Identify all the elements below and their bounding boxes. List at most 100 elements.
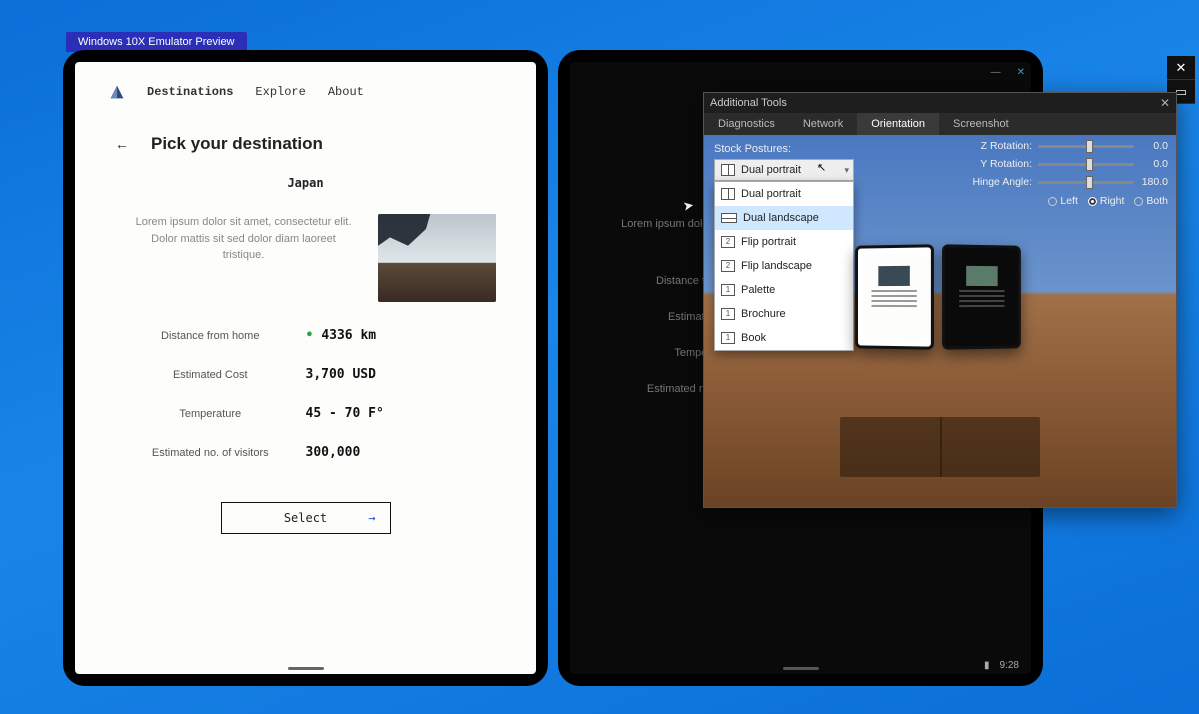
hinge-angle-label: Hinge Angle:	[968, 176, 1032, 188]
page-title: Pick your destination	[151, 134, 323, 154]
y-rotation-slider[interactable]	[1038, 157, 1134, 171]
book-icon: 1	[721, 332, 735, 344]
hinge-side-radios: Left Right Both	[968, 195, 1168, 207]
z-rotation-row: Z Rotation: 0.0	[968, 139, 1168, 153]
nav-explore[interactable]: Explore	[255, 85, 305, 99]
posture-select-value: Dual portrait	[741, 164, 801, 176]
home-indicator-dark[interactable]	[783, 667, 819, 670]
z-rotation-slider[interactable]	[1038, 139, 1134, 153]
select-button-label: Select	[284, 511, 327, 525]
tab-diagnostics[interactable]: Diagnostics	[704, 113, 789, 135]
posture-option-palette[interactable]: 1 Palette	[715, 278, 853, 302]
destination-body: Lorem ipsum dolor sit amet, consectetur …	[75, 190, 536, 302]
app-logo-icon	[109, 84, 125, 100]
dual-landscape-icon	[721, 213, 737, 223]
tab-network[interactable]: Network	[789, 113, 857, 135]
radio-both-label: Both	[1146, 195, 1168, 207]
posture-option-book[interactable]: 1 Book	[715, 326, 853, 350]
preview-content-right	[951, 254, 1012, 341]
destination-name: Japan	[75, 176, 536, 190]
tab-screenshot[interactable]: Screenshot	[939, 113, 1023, 135]
bullet-icon: •	[306, 328, 314, 343]
stat-distance: Distance from home •4336 km	[115, 312, 496, 351]
y-rotation-row: Y Rotation: 0.0	[968, 157, 1168, 171]
preview-device-right[interactable]	[942, 244, 1021, 349]
flip-portrait-icon: 2	[721, 236, 735, 248]
posture-dropdown: Dual portrait Dual landscape 2 Flip port…	[714, 181, 854, 351]
flip-landscape-icon: 2	[721, 260, 735, 272]
toolbox-close-button[interactable]: ✕	[1167, 56, 1195, 80]
stat-temperature-label: Temperature	[115, 408, 306, 420]
window-close-button[interactable]: ✕	[1017, 67, 1025, 78]
home-indicator[interactable]	[288, 667, 324, 670]
stat-distance-value: •4336 km	[306, 328, 497, 343]
hinge-angle-slider[interactable]	[1038, 175, 1134, 189]
hinge-angle-row: Hinge Angle: 180.0	[968, 175, 1168, 189]
y-rotation-label: Y Rotation:	[968, 158, 1032, 170]
clock: 9:28	[1000, 660, 1019, 671]
tab-orientation[interactable]: Orientation	[857, 113, 939, 135]
stock-postures-label: Stock Postures:	[714, 143, 791, 155]
status-bar: ▮ 9:28	[570, 656, 1031, 674]
z-rotation-label: Z Rotation:	[968, 140, 1032, 152]
posture-option-flip-landscape[interactable]: 2 Flip landscape	[715, 254, 853, 278]
posture-option-dual-portrait[interactable]: Dual portrait	[715, 182, 853, 206]
brochure-icon: 1	[721, 308, 735, 320]
z-rotation-value: 0.0	[1140, 140, 1168, 152]
destination-photo	[378, 214, 496, 302]
tools-tabs: Diagnostics Network Orientation Screensh…	[704, 113, 1176, 135]
dual-portrait-icon	[721, 188, 735, 200]
additional-tools-panel: Additional Tools ✕ Diagnostics Network O…	[703, 92, 1177, 508]
radio-left[interactable]: Left	[1048, 195, 1078, 207]
tools-close-button[interactable]: ✕	[1160, 96, 1170, 110]
radio-both[interactable]: Both	[1134, 195, 1168, 207]
select-button[interactable]: Select →	[221, 502, 391, 534]
tools-titlebar[interactable]: Additional Tools ✕	[704, 93, 1176, 113]
rotation-controls: Z Rotation: 0.0 Y Rotation: 0.0 Hinge An…	[968, 139, 1168, 207]
radio-right[interactable]: Right	[1088, 195, 1125, 207]
arrow-right-icon: →	[368, 511, 375, 525]
window-minimize-button[interactable]: —	[991, 67, 1001, 78]
palette-icon: 1	[721, 284, 735, 296]
stat-visitors: Estimated no. of visitors 300,000	[115, 429, 496, 468]
dual-portrait-icon	[721, 164, 735, 176]
chevron-down-icon: ▾	[844, 165, 849, 176]
radio-dot-icon	[1048, 197, 1057, 206]
stat-visitors-value: 300,000	[306, 445, 497, 460]
posture-option-label: Brochure	[741, 308, 786, 320]
radio-right-label: Right	[1100, 195, 1125, 207]
y-rotation-value: 0.0	[1140, 158, 1168, 170]
nav-about[interactable]: About	[328, 85, 364, 99]
posture-option-brochure[interactable]: 1 Brochure	[715, 302, 853, 326]
app-header: Destinations Explore About	[75, 62, 536, 108]
stat-cost-value: 3,700 USD	[306, 367, 497, 382]
stat-distance-label: Distance from home	[115, 330, 306, 342]
screen-left: Destinations Explore About ← Pick your d…	[75, 62, 536, 674]
stat-cost-label: Estimated Cost	[115, 369, 306, 381]
battery-icon: ▮	[984, 660, 990, 671]
stat-temperature-value: 45 - 70 F°	[306, 406, 497, 421]
stats-block: Distance from home •4336 km Estimated Co…	[75, 302, 536, 468]
nav-destinations[interactable]: Destinations	[147, 85, 233, 99]
back-arrow-icon[interactable]: ←	[115, 136, 129, 152]
device-left: Destinations Explore About ← Pick your d…	[63, 50, 548, 686]
posture-option-label: Book	[741, 332, 766, 344]
posture-option-label: Flip landscape	[741, 260, 812, 272]
posture-option-dual-landscape[interactable]: Dual landscape	[715, 206, 853, 230]
posture-option-flip-portrait[interactable]: 2 Flip portrait	[715, 230, 853, 254]
radio-dot-icon	[1088, 197, 1097, 206]
preview-device-left[interactable]	[855, 244, 934, 349]
radio-left-label: Left	[1060, 195, 1078, 207]
posture-option-label: Flip portrait	[741, 236, 796, 248]
posture-option-label: Palette	[741, 284, 775, 296]
title-row: ← Pick your destination	[75, 108, 536, 158]
posture-select[interactable]: Dual portrait ▾	[714, 159, 854, 181]
stat-temperature: Temperature 45 - 70 F°	[115, 390, 496, 429]
stat-cost: Estimated Cost 3,700 USD	[115, 351, 496, 390]
tools-title-label: Additional Tools	[710, 97, 787, 109]
destination-description: Lorem ipsum dolor sit amet, consectetur …	[135, 214, 352, 264]
app-titlebar: — ✕	[570, 62, 1031, 82]
hinge-angle-value: 180.0	[1140, 176, 1168, 188]
posture-option-label: Dual landscape	[743, 212, 819, 224]
radio-dot-icon	[1134, 197, 1143, 206]
